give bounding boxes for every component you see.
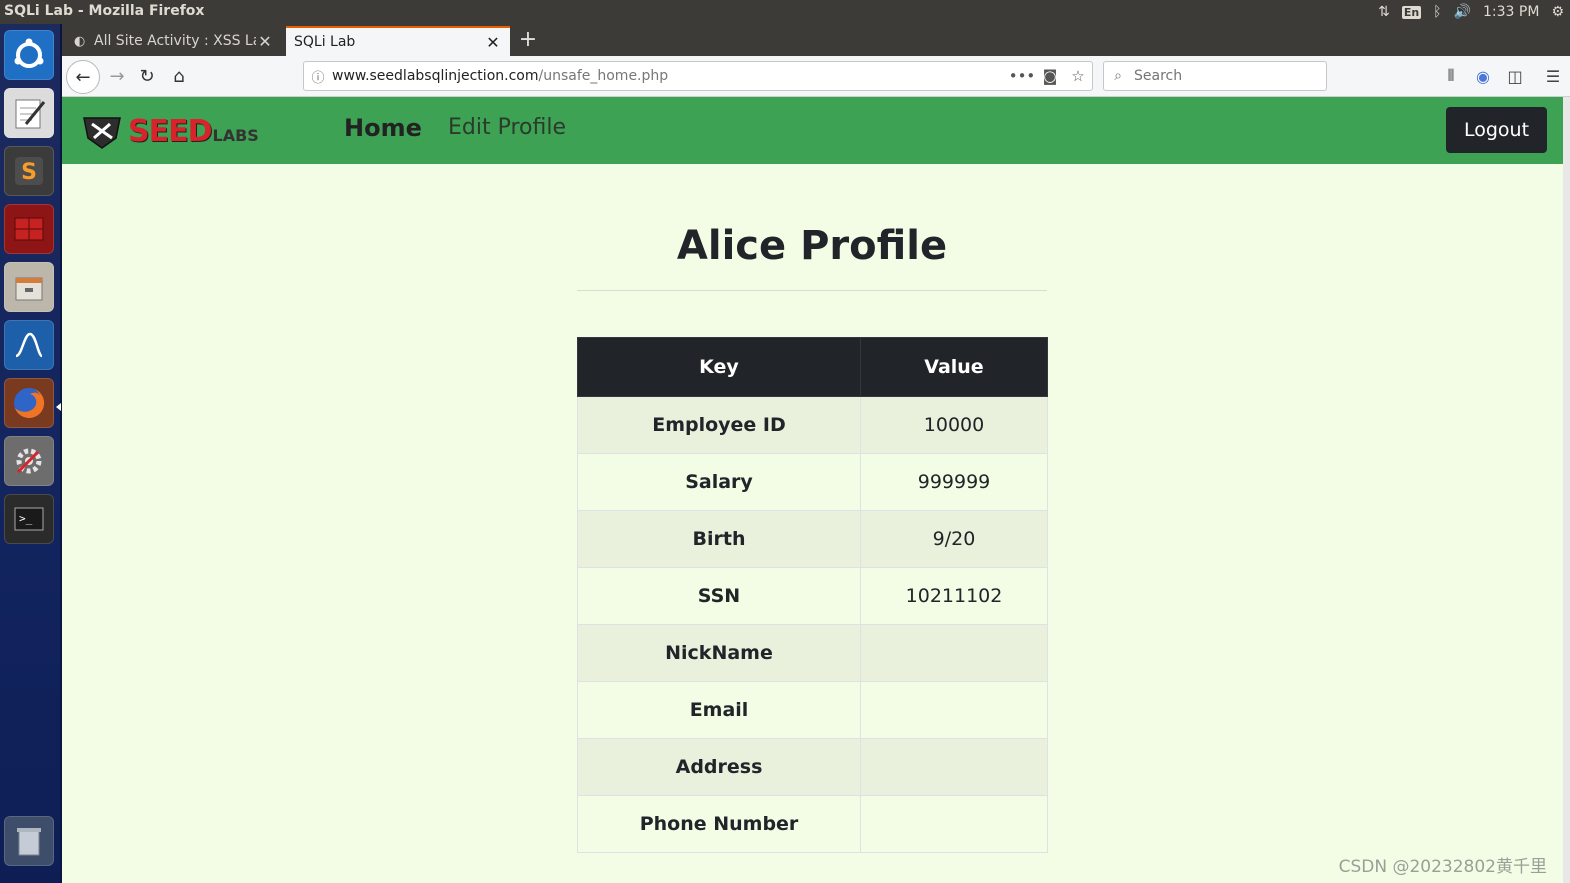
firefox-icon[interactable] [4, 378, 54, 428]
url-domain: www.seedlabsqlinjection.com [332, 68, 539, 84]
row-key: Birth [577, 510, 861, 568]
terminal-red-icon[interactable] [4, 204, 54, 254]
network-icon[interactable]: ⇅ [1378, 4, 1390, 20]
row-key: SSN [577, 567, 861, 625]
reload-icon: ↻ [139, 65, 155, 87]
search-bar[interactable]: ⌕ [1103, 61, 1327, 91]
table-row: Birth 9/20 [577, 510, 1048, 568]
search-input[interactable] [1132, 67, 1316, 85]
bookmark-star-icon[interactable]: ☆ [1064, 67, 1092, 85]
search-icon: ⌕ [1114, 68, 1122, 84]
row-key: Address [577, 738, 861, 796]
file-manager-icon[interactable] [4, 262, 54, 312]
navigation-toolbar: ← → ↻ ⌂ ⓘ www.seedlabsqlinjection.com/un… [62, 56, 1570, 97]
bluetooth-icon[interactable]: ᛒ [1433, 4, 1441, 20]
row-value [860, 795, 1048, 853]
url-bar[interactable]: ⓘ www.seedlabsqlinjection.com/unsafe_hom… [303, 61, 1093, 91]
web-page: SEEDLABS Home Edit Profile Logout Alice … [62, 97, 1563, 883]
reload-button[interactable]: ↻ [132, 61, 162, 91]
active-app-indicator [56, 403, 61, 411]
window-title: SQLi Lab - Mozilla Firefox [4, 3, 205, 19]
table-header-row: Key Value [577, 337, 1048, 397]
svg-text:>_: >_ [19, 512, 33, 525]
terminal-icon[interactable]: >_ [4, 494, 54, 544]
trash-icon[interactable] [4, 816, 54, 866]
row-value [860, 624, 1048, 682]
table-row: Salary 999999 [577, 453, 1048, 511]
row-key: Employee ID [577, 396, 861, 454]
row-key: Phone Number [577, 795, 861, 853]
nav-home-link[interactable]: Home [344, 114, 422, 142]
library-icon[interactable]: ⫴ [1436, 61, 1466, 91]
tab-xss-lab[interactable]: ◐ All Site Activity : XSS Lab ✕ [66, 26, 282, 56]
row-value: 10000 [860, 396, 1048, 454]
back-arrow-icon: ← [75, 66, 91, 88]
table-row: Email [577, 681, 1048, 739]
title-divider [577, 290, 1047, 291]
page-scrollbar[interactable] [1563, 97, 1570, 883]
table-row: Address [577, 738, 1048, 796]
text-editor-icon[interactable] [4, 88, 54, 138]
table-row: SSN 10211102 [577, 567, 1048, 625]
sidebar-icon[interactable]: ◫ [1500, 61, 1530, 91]
row-key: Salary [577, 453, 861, 511]
logo-text: SEEDLABS [128, 113, 259, 149]
row-value: 10211102 [860, 567, 1048, 625]
home-icon: ⌂ [173, 65, 185, 87]
url-text[interactable]: www.seedlabsqlinjection.com/unsafe_home.… [332, 68, 1008, 84]
launcher: S >_ [0, 24, 62, 883]
home-button[interactable]: ⌂ [164, 61, 194, 91]
new-tab-button[interactable]: + [514, 26, 542, 54]
svg-text:S: S [21, 160, 37, 185]
sublime-text-icon[interactable]: S [4, 146, 54, 196]
row-value: 9/20 [860, 510, 1048, 568]
site-header: SEEDLABS Home Edit Profile Logout [62, 97, 1563, 164]
shield-icon [83, 117, 121, 149]
row-key: Email [577, 681, 861, 739]
close-icon[interactable]: ✕ [484, 33, 502, 52]
top-panel: SQLi Lab - Mozilla Firefox ⇅ En ᛒ 🔊 1:33… [0, 0, 1570, 24]
row-value [860, 681, 1048, 739]
seed-labs-logo[interactable]: SEEDLABS [80, 111, 280, 151]
close-icon[interactable]: ✕ [256, 32, 274, 51]
url-path: /unsafe_home.php [538, 68, 669, 84]
page-actions-icon[interactable]: ••• [1008, 67, 1036, 85]
tab-sqli-lab[interactable]: SQLi Lab ✕ [286, 26, 510, 56]
page-title: Alice Profile [676, 223, 948, 269]
table-row: Phone Number [577, 795, 1048, 853]
back-button[interactable]: ← [66, 60, 100, 94]
tab-bar: ◐ All Site Activity : XSS Lab ✕ SQLi Lab… [62, 24, 1570, 56]
row-value [860, 738, 1048, 796]
clock[interactable]: 1:33 PM [1483, 4, 1539, 20]
profile-table: Key Value Employee ID 10000 Salary 999999 … [577, 337, 1048, 853]
forward-arrow-icon: → [109, 65, 125, 87]
row-key: NickName [577, 624, 861, 682]
volume-icon[interactable]: 🔊 [1454, 4, 1471, 20]
nav-edit-profile-link[interactable]: Edit Profile [448, 115, 566, 140]
tab-label: SQLi Lab [294, 34, 356, 50]
system-settings-icon[interactable] [4, 436, 54, 486]
keyboard-language-indicator[interactable]: En [1401, 5, 1422, 19]
tab-favicon-icon: ◐ [74, 33, 86, 49]
row-value: 999999 [860, 453, 1048, 511]
extension-icon[interactable]: ◉ [1468, 61, 1498, 91]
column-header-key: Key [577, 337, 861, 397]
table-row: NickName [577, 624, 1048, 682]
system-tray: ⇅ En ᛒ 🔊 1:33 PM ⚙ [1378, 0, 1570, 24]
ubuntu-dash-icon[interactable] [4, 30, 54, 80]
column-header-value: Value [860, 337, 1048, 397]
forward-button[interactable]: → [102, 61, 132, 91]
logout-button[interactable]: Logout [1446, 107, 1547, 153]
info-icon[interactable]: ⓘ [304, 67, 332, 86]
wireshark-icon[interactable] [4, 320, 54, 370]
table-row: Employee ID 10000 [577, 396, 1048, 454]
gear-icon[interactable]: ⚙ [1551, 4, 1564, 20]
pocket-icon[interactable]: ◙ [1036, 67, 1064, 85]
menu-icon[interactable]: ☰ [1538, 61, 1568, 91]
tab-label: All Site Activity : XSS Lab [94, 33, 256, 49]
watermark: CSDN @20232802黄千里 [1338, 857, 1547, 877]
